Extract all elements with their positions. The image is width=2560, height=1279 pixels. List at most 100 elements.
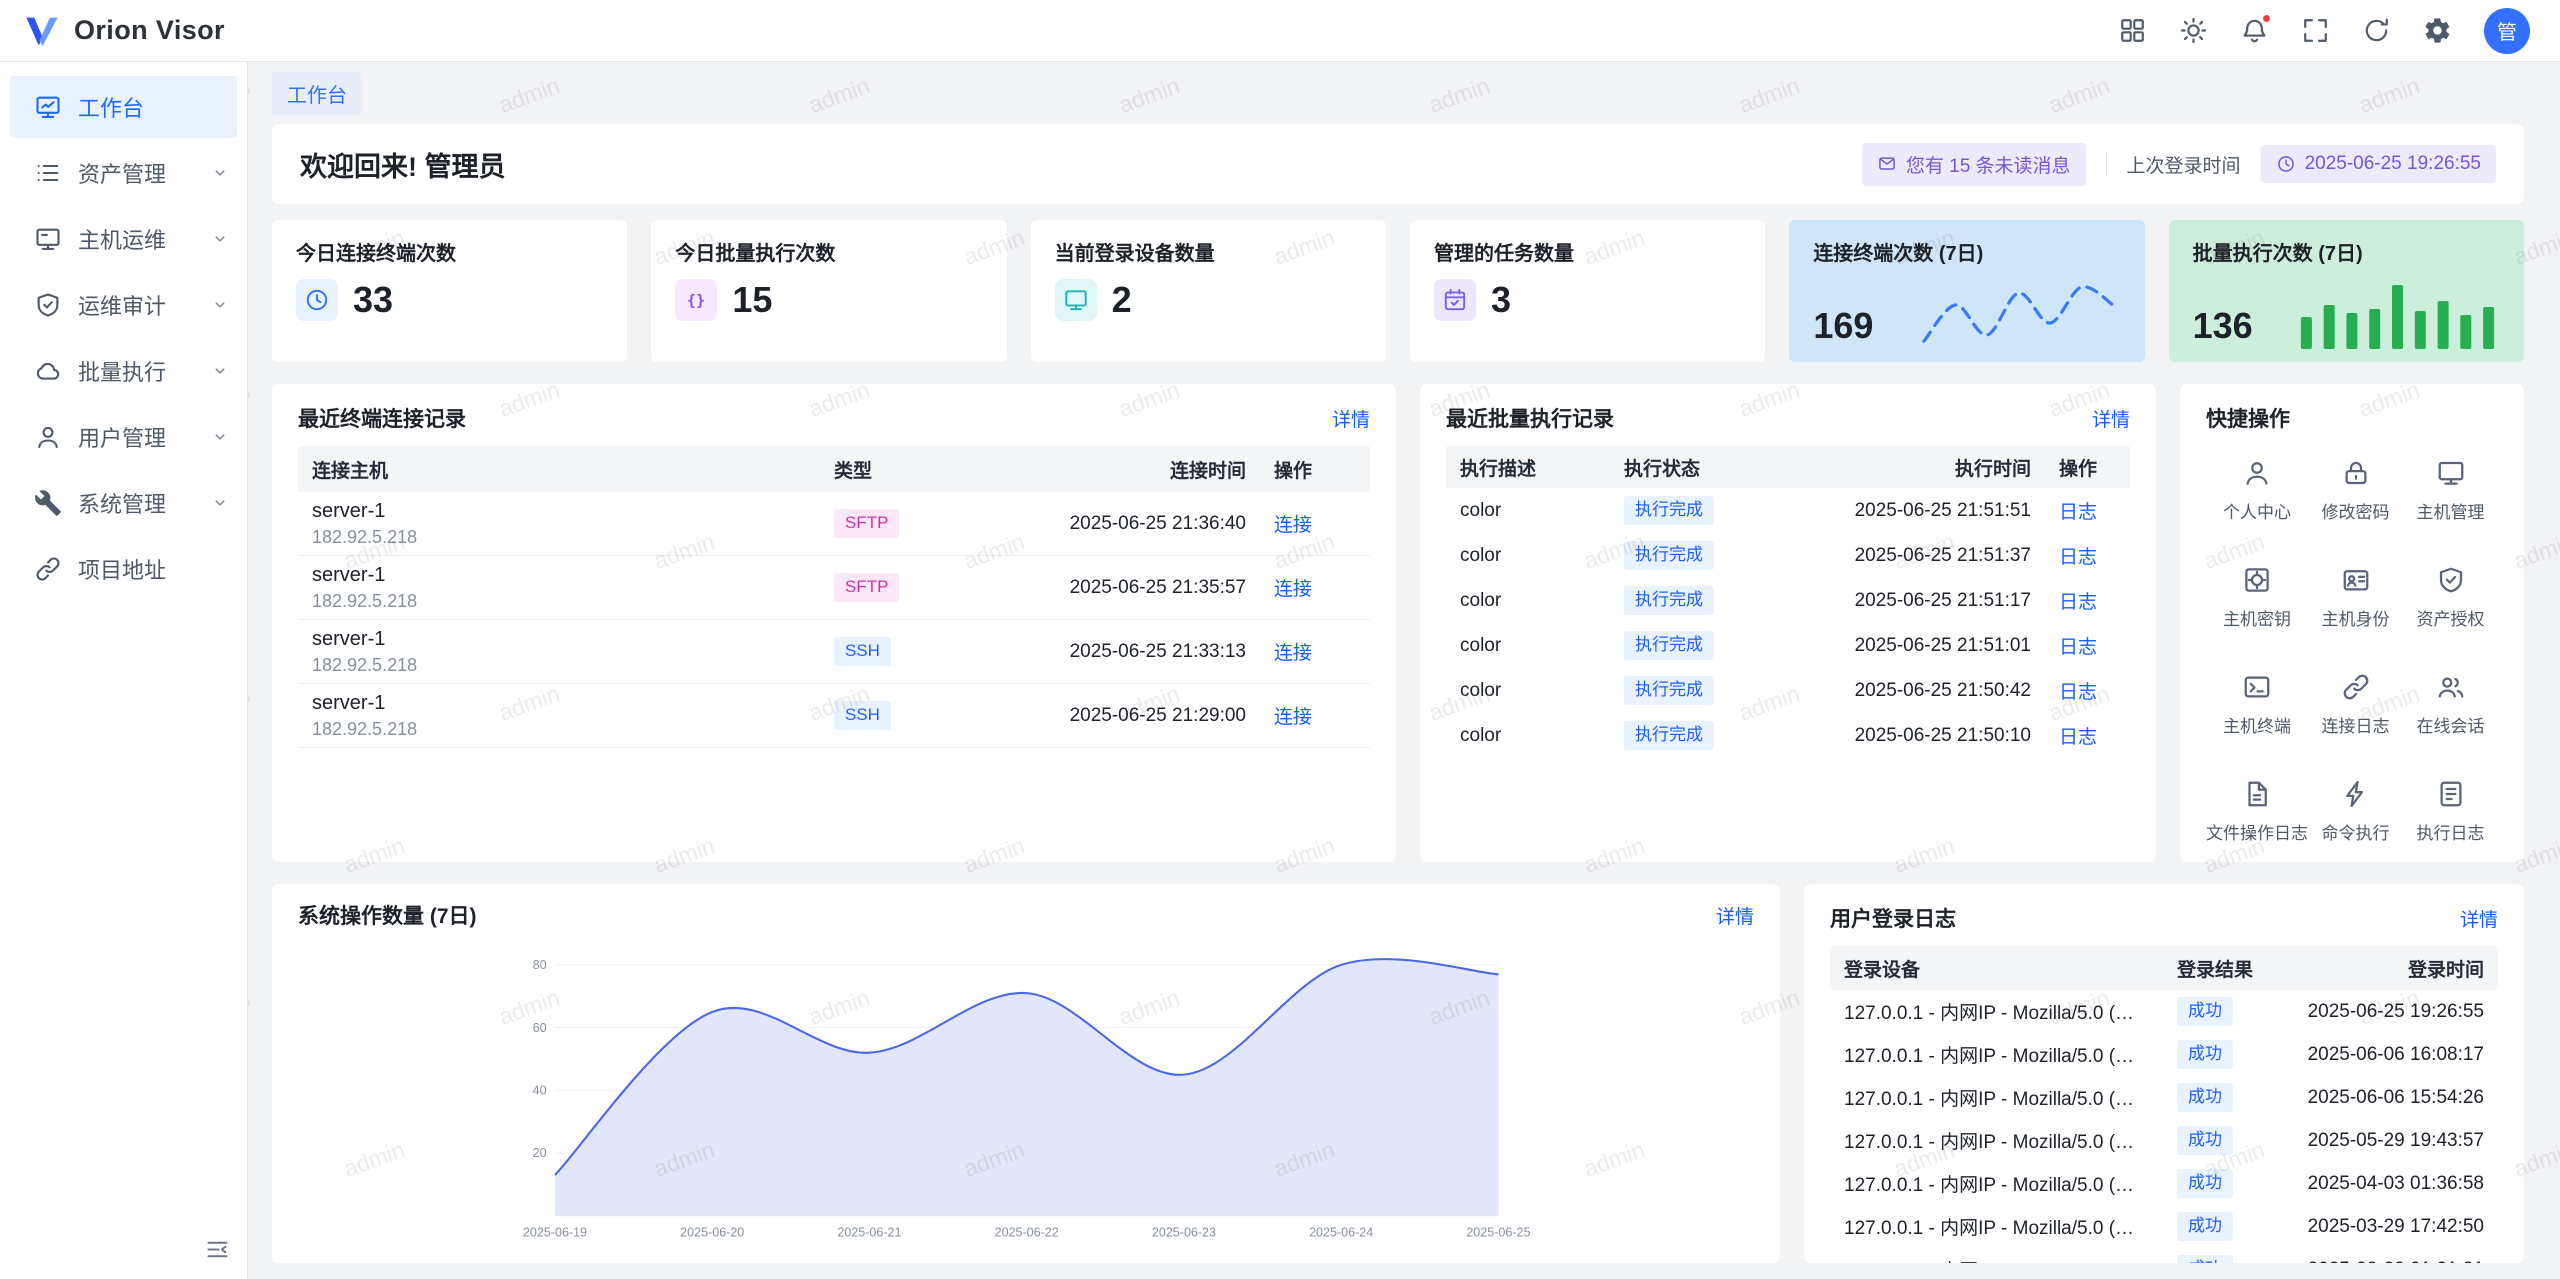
refresh-icon[interactable] [2362, 16, 2391, 45]
login-result-badge: 成功 [2177, 1083, 2233, 1111]
connect-time: 2025-06-25 21:36:40 [970, 513, 1260, 535]
connect-link[interactable]: 连接 [1274, 643, 1312, 664]
quick-action-label: 在线会话 [2417, 712, 2485, 737]
clock-icon [2276, 154, 2296, 174]
stat-value: 3 [1491, 279, 1511, 321]
quick-action-command-exec[interactable]: 命令执行 [2308, 779, 2403, 844]
last-login-time-badge: 2025-06-25 19:26:55 [2261, 145, 2496, 183]
host-icon [34, 225, 62, 253]
column-header: 连接主机 [298, 456, 820, 483]
sidebar-item-user-mgmt[interactable]: 用户管理 [10, 406, 237, 468]
svg-text:2025-06-25: 2025-06-25 [1466, 1226, 1530, 1240]
quick-action-asset-authorization[interactable]: 资产授权 [2403, 565, 2498, 630]
quick-action-label: 执行日志 [2417, 819, 2485, 844]
file-icon [2242, 779, 2272, 809]
chart-details-link[interactable]: 详情 [1716, 902, 1754, 929]
sidebar-item-audit[interactable]: 运维审计 [10, 274, 237, 336]
svg-text:20: 20 [533, 1146, 547, 1160]
message-icon [1877, 154, 1897, 174]
table-row: color 执行完成 2025-06-25 21:51:37 日志 [1446, 533, 2130, 578]
connect-link[interactable]: 连接 [1274, 515, 1312, 536]
table-row: color 执行完成 2025-06-25 21:51:51 日志 [1446, 488, 2130, 533]
login-log-details-link[interactable]: 详情 [2460, 905, 2498, 932]
sidebar-item-label: 用户管理 [78, 421, 193, 453]
theme-sun-icon[interactable] [2179, 16, 2208, 45]
host-ip: 182.92.5.218 [312, 527, 806, 548]
quick-action-connection-log[interactable]: 连接日志 [2308, 672, 2403, 737]
panel-title: 最近批量执行记录 [1446, 403, 1614, 433]
sidebar-item-batch-exec[interactable]: 批量执行 [10, 340, 237, 402]
calendar-check-icon [1434, 279, 1476, 321]
quick-action-change-password[interactable]: 修改密码 [2308, 458, 2403, 523]
column-header: 执行时间 [1780, 454, 2045, 481]
stat-title: 批量执行次数 (7日) [2193, 237, 2500, 266]
log-link[interactable]: 日志 [2059, 547, 2097, 568]
log-link[interactable]: 日志 [2059, 592, 2097, 613]
table-row: 127.0.0.1 - 内网IP - Mozilla/5.0 (Windows … [1830, 1162, 2498, 1205]
last-login-time: 2025-06-25 19:26:55 [2305, 153, 2481, 175]
login-result-badge: 成功 [2177, 1169, 2233, 1197]
connect-time: 2025-06-25 21:29:00 [970, 705, 1260, 727]
batch-details-link[interactable]: 详情 [2092, 405, 2130, 432]
sidebar-item-label: 运维审计 [78, 289, 193, 321]
connect-link[interactable]: 连接 [1274, 579, 1312, 600]
table-row: server-1182.92.5.218 SSH 2025-06-25 21:2… [298, 684, 1370, 748]
lock-icon [2341, 458, 2371, 488]
table-row: color 执行完成 2025-06-25 21:50:10 日志 [1446, 713, 2130, 758]
svg-text:2025-06-23: 2025-06-23 [1152, 1226, 1216, 1240]
log-link[interactable]: 日志 [2059, 502, 2097, 523]
table-row: color 执行完成 2025-06-25 21:51:01 日志 [1446, 623, 2130, 668]
sidebar-item-project-url[interactable]: 项目地址 [10, 538, 237, 600]
shield-icon [2436, 565, 2466, 595]
login-result-badge: 成功 [2177, 1255, 2233, 1263]
stat-value: 169 [1813, 305, 1873, 347]
bolt-icon [2341, 779, 2371, 809]
exec-time: 2025-06-25 21:50:42 [1780, 680, 2045, 702]
connect-time: 2025-06-25 21:35:57 [970, 577, 1260, 599]
quick-action-online-sessions[interactable]: 在线会话 [2403, 672, 2498, 737]
user-avatar[interactable]: 管 [2484, 8, 2530, 54]
notifications-bell-icon[interactable] [2240, 16, 2269, 45]
quick-action-personal-center[interactable]: 个人中心 [2206, 458, 2308, 523]
stat-value: 136 [2193, 305, 2253, 347]
system-ops-area-chart: 204060802025-06-192025-06-202025-06-2120… [298, 944, 1754, 1245]
terminal-details-link[interactable]: 详情 [1332, 405, 1370, 432]
table-row: server-1182.92.5.218 SFTP 2025-06-25 21:… [298, 556, 1370, 620]
sidebar-item-host-ops[interactable]: 主机运维 [10, 208, 237, 270]
breadcrumb-item-workbench[interactable]: 工作台 [272, 72, 362, 115]
log-link[interactable]: 日志 [2059, 727, 2097, 748]
app-logo[interactable]: Orion Visor [22, 11, 225, 51]
user-icon [2242, 458, 2272, 488]
fullscreen-icon[interactable] [2301, 16, 2330, 45]
quick-action-host-keys[interactable]: 主机密钥 [2206, 565, 2308, 630]
quick-action-label: 连接日志 [2322, 712, 2390, 737]
quick-action-host-terminal[interactable]: 主机终端 [2206, 672, 2308, 737]
quick-action-label: 文件操作日志 [2206, 819, 2308, 844]
quick-action-exec-log[interactable]: 执行日志 [2403, 779, 2498, 844]
exec-status-badge: 执行完成 [1624, 676, 1714, 704]
table-row: color 执行完成 2025-06-25 21:51:17 日志 [1446, 578, 2130, 623]
login-result-badge: 成功 [2177, 1126, 2233, 1154]
log-link[interactable]: 日志 [2059, 637, 2097, 658]
protocol-tag: SFTP [834, 573, 899, 601]
sidebar-collapse-icon[interactable] [204, 1236, 231, 1263]
terminal-icon [2242, 672, 2272, 702]
sidebar-item-assets[interactable]: 资产管理 [10, 142, 237, 204]
welcome-title: 欢迎回来! 管理员 [300, 145, 506, 184]
quick-action-host-identity[interactable]: 主机身份 [2308, 565, 2403, 630]
settings-gear-icon[interactable] [2423, 16, 2452, 45]
unread-messages-text: 您有 15 条未读消息 [1906, 151, 2071, 178]
welcome-banner: 欢迎回来! 管理员 您有 15 条未读消息 上次登录时间 2025-06-25 … [272, 124, 2524, 204]
connect-link[interactable]: 连接 [1274, 707, 1312, 728]
table-header: 执行描述 执行状态 执行时间 操作 [1446, 446, 2130, 488]
sidebar-item-system-mgmt[interactable]: 系统管理 [10, 472, 237, 534]
protocol-tag: SSH [834, 637, 891, 665]
log-link[interactable]: 日志 [2059, 682, 2097, 703]
quick-action-host-management[interactable]: 主机管理 [2403, 458, 2498, 523]
unread-messages-badge[interactable]: 您有 15 条未读消息 [1862, 143, 2086, 186]
apps-icon[interactable] [2118, 16, 2147, 45]
stats-row: 今日连接终端次数 33 今日批量执行次数 {} 15 当前登录设备数量 [272, 220, 2524, 362]
sidebar-item-workbench[interactable]: 工作台 [10, 76, 237, 138]
quick-action-file-operation-log[interactable]: 文件操作日志 [2206, 779, 2308, 844]
stat-card-terminal-7d: 连接终端次数 (7日) 169 [1789, 220, 2144, 362]
